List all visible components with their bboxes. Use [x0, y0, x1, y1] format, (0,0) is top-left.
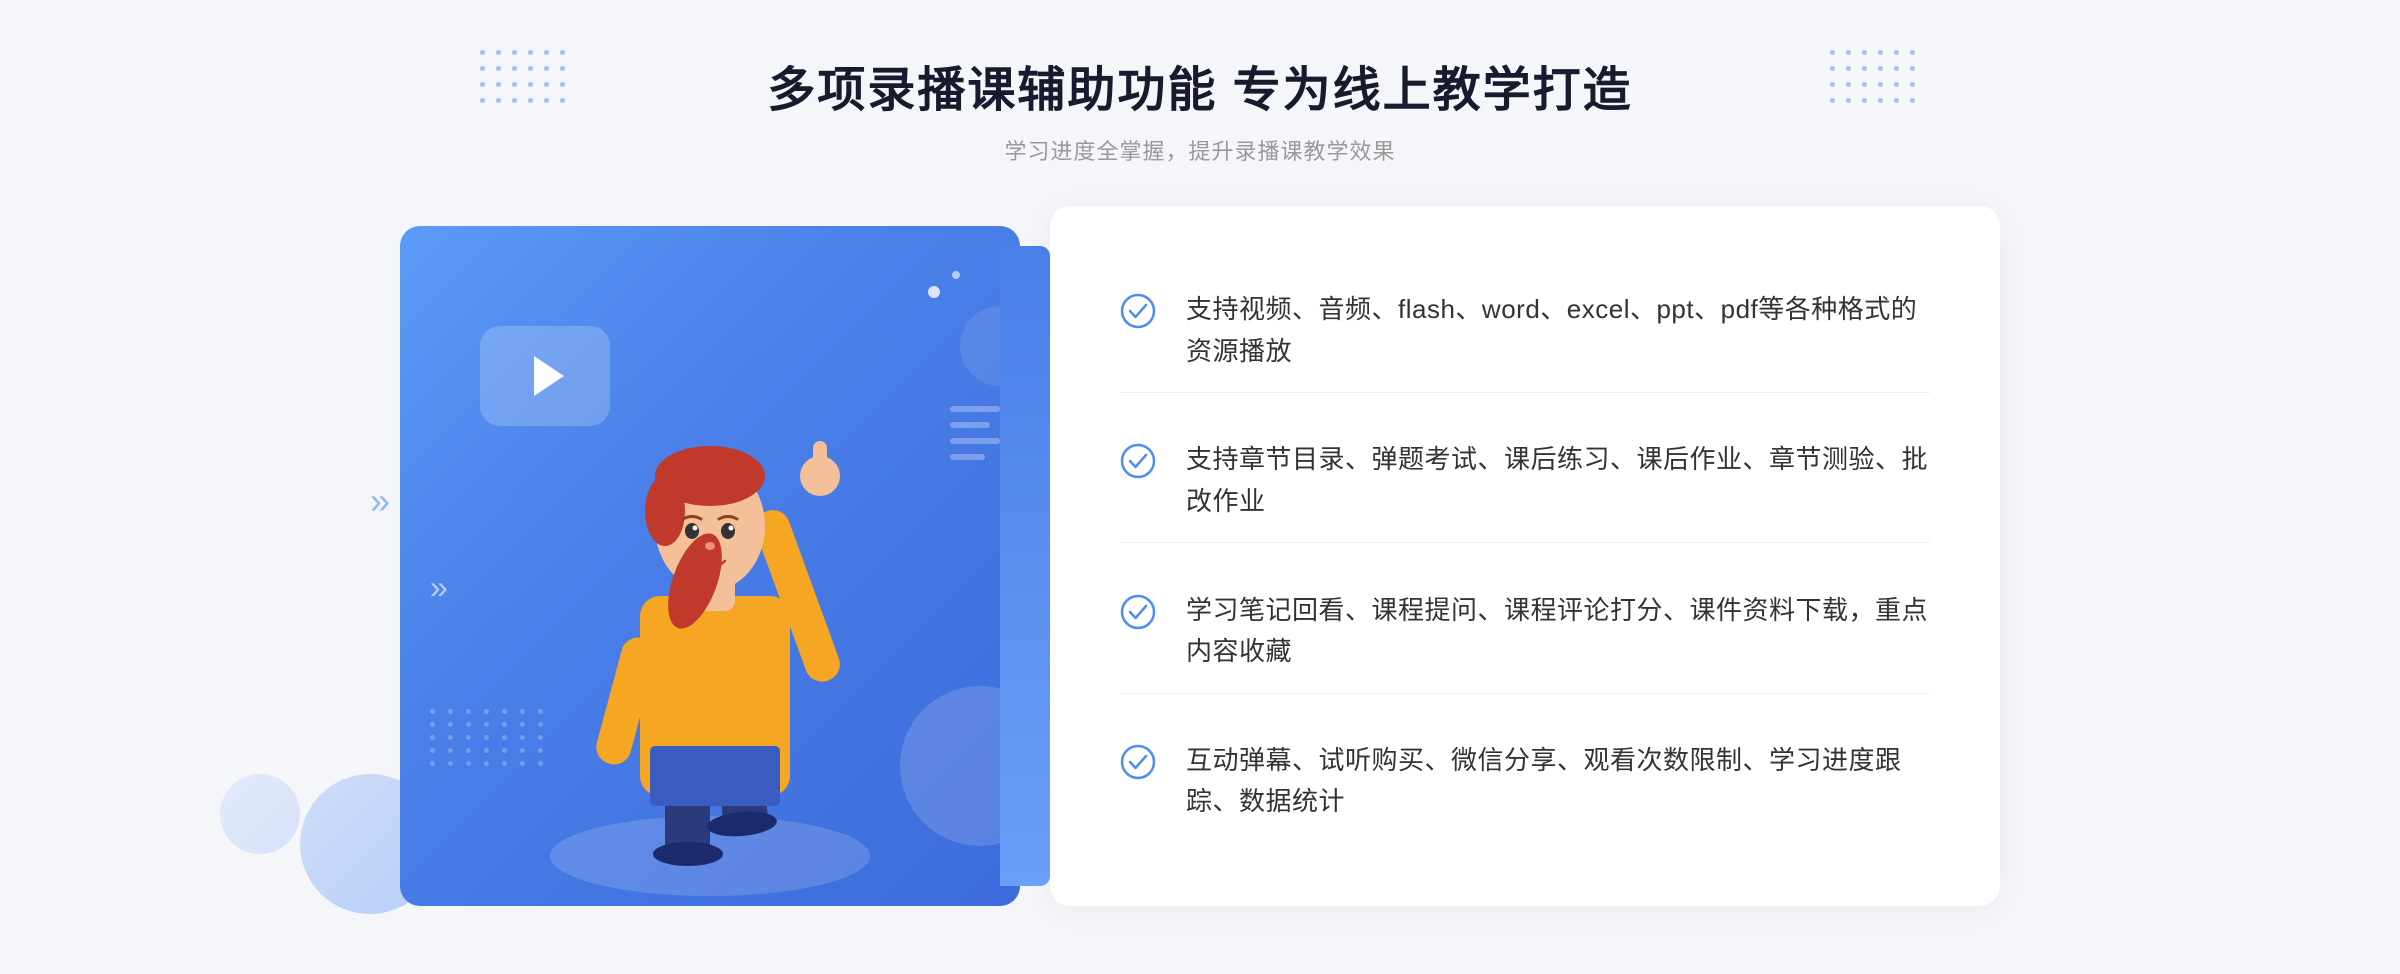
check-circle-icon-4	[1120, 744, 1156, 780]
blue-side-strip	[1000, 246, 1050, 886]
illus-chevron-icon: »	[430, 569, 448, 606]
content-area: »	[400, 206, 2000, 906]
feature-item-2: 支持章节目录、弹题考试、课后练习、课后作业、章节测验、批改作业	[1120, 419, 1930, 543]
feature-item-1: 支持视频、音频、flash、word、excel、ppt、pdf等各种格式的资源…	[1120, 269, 1930, 393]
sub-title: 学习进度全掌握，提升录播课教学效果	[767, 134, 1632, 166]
feature-item-3: 学习笔记回看、课程提问、课程评论打分、课件资料下载，重点内容收藏	[1120, 570, 1930, 694]
dots-decoration-right	[1830, 50, 1920, 108]
check-circle-icon-3	[1120, 594, 1156, 630]
main-title: 多项录播课辅助功能 专为线上教学打造	[767, 50, 1632, 120]
chevron-left-icon: »	[370, 480, 390, 522]
dots-decoration-left	[480, 50, 570, 108]
feature-text-4: 互动弹幕、试听购买、微信分享、观看次数限制、学习进度跟踪、数据统计	[1186, 740, 1930, 823]
feature-item-4: 互动弹幕、试听购买、微信分享、观看次数限制、学习进度跟踪、数据统计	[1120, 720, 1930, 843]
illustration-card: »	[400, 226, 1020, 906]
check-circle-icon-1	[1120, 293, 1156, 329]
bg-circle-small	[220, 774, 300, 854]
play-dot-1	[928, 286, 940, 298]
content-panel: 支持视频、音频、flash、word、excel、ppt、pdf等各种格式的资源…	[1050, 206, 2000, 906]
person-illustration	[510, 356, 910, 906]
play-dot-2	[952, 271, 960, 279]
illus-stripe-lines	[950, 406, 1000, 468]
check-circle-icon-2	[1120, 443, 1156, 479]
header-section: 多项录播课辅助功能 专为线上教学打造 学习进度全掌握，提升录播课教学效果	[767, 50, 1632, 166]
main-title-text: 多项录播课辅助功能 专为线上教学打造	[767, 50, 1632, 120]
feature-text-2: 支持章节目录、弹题考试、课后练习、课后作业、章节测验、批改作业	[1186, 439, 1930, 522]
feature-text-1: 支持视频、音频、flash、word、excel、ppt、pdf等各种格式的资源…	[1186, 289, 1930, 372]
page-wrapper: » 多项录播课辅助功能 专为线上教学打造 学习进度全掌握，提升录播课教学效果	[0, 0, 2400, 974]
feature-text-3: 学习笔记回看、课程提问、课程评论打分、课件资料下载，重点内容收藏	[1186, 590, 1930, 673]
